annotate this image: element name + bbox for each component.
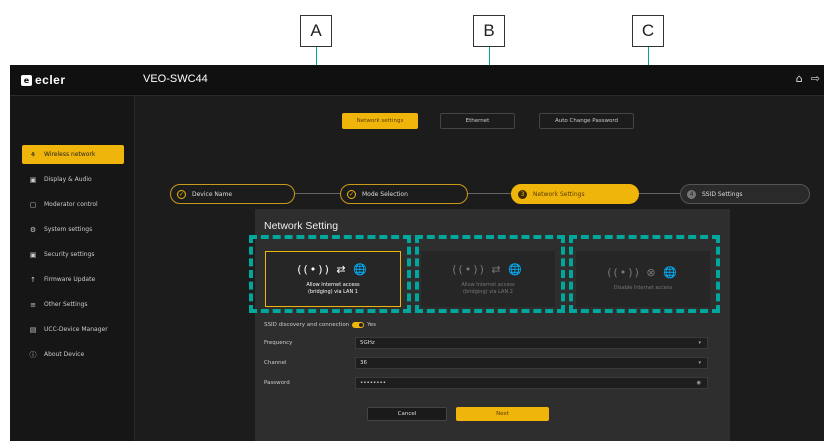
password-label: Password bbox=[264, 380, 290, 386]
highlight-frame-c bbox=[569, 235, 720, 313]
step-label: Device Name bbox=[192, 190, 233, 198]
ecler-logo: e ecler bbox=[21, 73, 66, 87]
callout-a: A bbox=[300, 15, 332, 47]
sidebar: ⚘ Wireless network ▣ Display & Audio ▢ Mode… bbox=[10, 96, 135, 441]
logout-icon[interactable]: ⇨ bbox=[811, 72, 820, 85]
home-icon[interactable]: ⌂ bbox=[796, 72, 803, 85]
moderator-icon: ▢ bbox=[29, 200, 37, 209]
chevron-down-icon: ▾ bbox=[698, 360, 701, 366]
highlight-frame-a bbox=[249, 235, 411, 313]
gear-icon: ⚙ bbox=[29, 225, 37, 234]
callout-c: C bbox=[632, 15, 664, 47]
tab-network-settings[interactable]: Network settings bbox=[342, 113, 418, 129]
display-icon: ▣ bbox=[29, 175, 37, 184]
channel-value: 36 bbox=[360, 360, 367, 366]
network-icon: ⚘ bbox=[29, 150, 37, 159]
channel-label: Channel bbox=[264, 360, 287, 366]
highlight-frame-b bbox=[415, 235, 565, 313]
password-value: •••••••• bbox=[360, 380, 386, 386]
callout-b: B bbox=[473, 15, 505, 47]
sidebar-item-display-audio[interactable]: ▣ Display & Audio bbox=[22, 170, 124, 189]
check-icon: ✓ bbox=[347, 189, 356, 199]
chevron-down-icon: ▾ bbox=[698, 340, 701, 346]
ssid-discovery-value: Yes bbox=[367, 322, 377, 328]
step-device-name[interactable]: ✓ Device Name bbox=[170, 184, 295, 204]
step-number: 4 bbox=[687, 189, 696, 199]
password-field[interactable]: •••••••• ◉ bbox=[355, 377, 708, 389]
sidebar-item-label: Security settings bbox=[44, 251, 95, 258]
cancel-button[interactable]: Cancel bbox=[367, 407, 447, 421]
frequency-label: Frequency bbox=[264, 340, 293, 346]
sidebar-item-security-settings[interactable]: ▣ Security settings bbox=[22, 245, 124, 264]
frequency-select[interactable]: 5GHz ▾ bbox=[355, 337, 708, 349]
top-bar: e ecler VEO-SWC44 ⌂ ⇨ bbox=[10, 65, 824, 96]
eye-icon[interactable]: ◉ bbox=[697, 380, 701, 386]
sidebar-item-label: Display & Audio bbox=[44, 176, 92, 183]
sidebar-item-other-settings[interactable]: ≡ Other Settings bbox=[22, 295, 124, 314]
tab-auto-change-password[interactable]: Auto Change Password bbox=[539, 113, 634, 129]
ssid-discovery-label: SSID discovery and connection bbox=[264, 322, 350, 328]
sidebar-item-label: About Device bbox=[44, 351, 85, 358]
upload-icon: ↑ bbox=[30, 275, 36, 284]
sidebar-item-about-device[interactable]: ⓘ About Device bbox=[22, 345, 124, 364]
lock-icon: ▣ bbox=[29, 250, 37, 259]
logo-mark-icon: e bbox=[21, 74, 32, 86]
sidebar-item-label: System settings bbox=[44, 226, 93, 233]
step-mode-selection[interactable]: ✓ Mode Selection bbox=[340, 184, 468, 204]
info-icon: ⓘ bbox=[29, 350, 37, 359]
logo-text: ecler bbox=[35, 73, 66, 87]
step-number: 3 bbox=[518, 189, 527, 199]
sidebar-item-wireless-network[interactable]: ⚘ Wireless network bbox=[22, 145, 124, 164]
sidebar-item-label: Moderator control bbox=[44, 201, 98, 208]
sidebar-item-ucc-device-manager[interactable]: ▤ UCC-Device Manager bbox=[22, 320, 124, 339]
step-label: Network Settings bbox=[533, 190, 585, 198]
sidebar-item-label: Other Settings bbox=[44, 301, 88, 308]
sidebar-item-label: Wireless network bbox=[44, 151, 96, 158]
step-label: SSID Settings bbox=[702, 190, 743, 198]
step-label: Mode Selection bbox=[362, 190, 408, 198]
sidebar-item-label: Firmware Update bbox=[44, 276, 96, 283]
tab-ethernet[interactable]: Ethernet bbox=[440, 113, 515, 129]
sidebar-item-label: UCC-Device Manager bbox=[44, 326, 108, 333]
step-network-settings[interactable]: 3 Network Settings bbox=[511, 184, 639, 204]
check-icon: ✓ bbox=[177, 189, 186, 199]
frequency-value: 5GHz bbox=[360, 340, 375, 346]
sidebar-item-moderator-control[interactable]: ▢ Moderator control bbox=[22, 195, 124, 214]
channel-select[interactable]: 36 ▾ bbox=[355, 357, 708, 369]
sidebar-item-firmware-update[interactable]: ↑ Firmware Update bbox=[22, 270, 124, 289]
device-title: VEO-SWC44 bbox=[143, 73, 208, 85]
sidebar-item-system-settings[interactable]: ⚙ System settings bbox=[22, 220, 124, 239]
sliders-icon: ≡ bbox=[30, 300, 36, 309]
ssid-discovery-row: SSID discovery and connection Yes bbox=[264, 319, 376, 331]
ssid-discovery-toggle[interactable] bbox=[352, 322, 365, 328]
next-button[interactable]: Next bbox=[456, 407, 549, 421]
panel-title: Network Setting bbox=[264, 220, 339, 232]
step-ssid-settings[interactable]: 4 SSID Settings bbox=[680, 184, 810, 204]
device-manager-icon: ▤ bbox=[29, 325, 37, 334]
